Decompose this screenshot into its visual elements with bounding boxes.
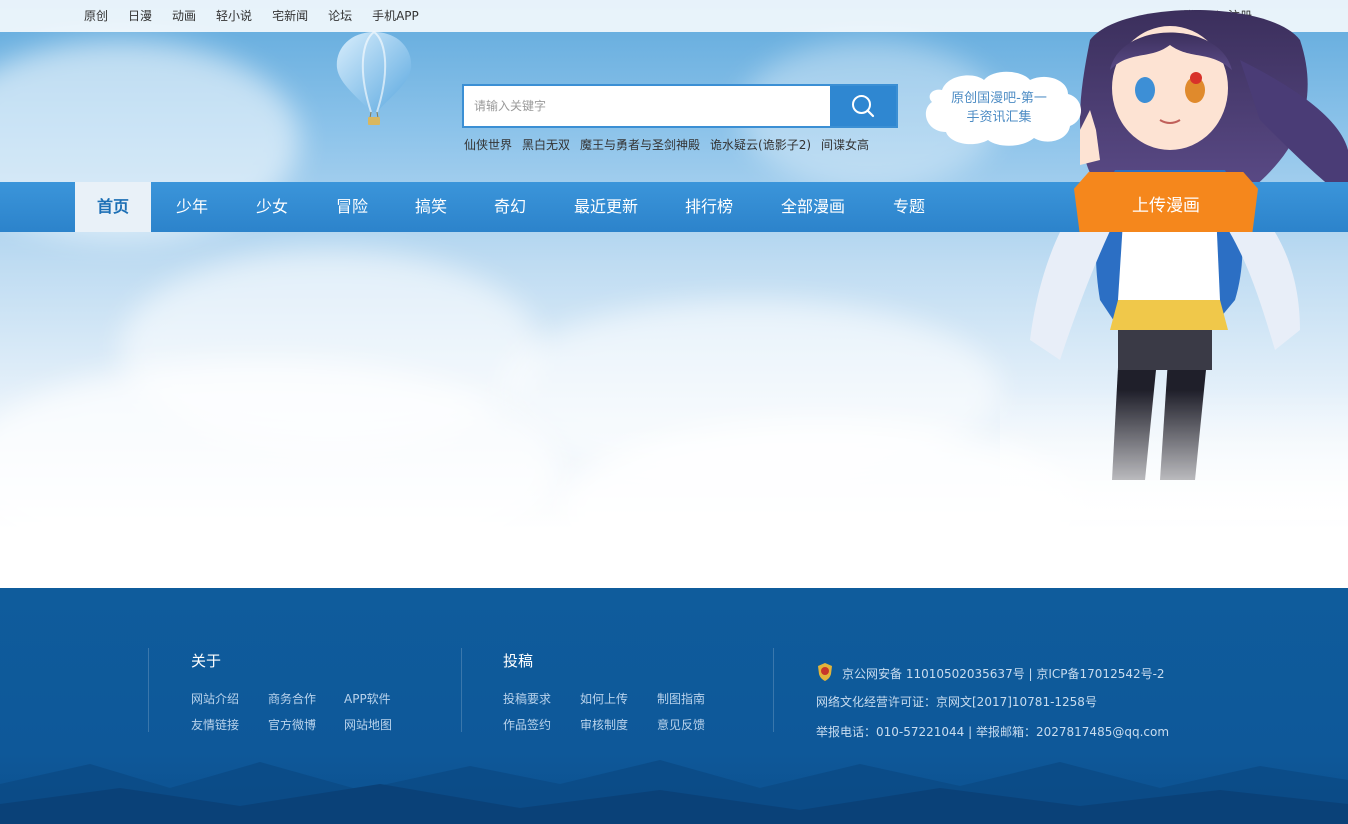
footer-link-drawing-guide[interactable]: 制图指南 [657,690,705,707]
search-button[interactable] [830,86,896,126]
footer-report-contact: 举报电话：010-57221044 | 举报邮箱：2027817485@qq.c… [816,725,1170,739]
police-badge-icon [818,663,832,681]
nav-tab-adventure[interactable]: 冒险 [312,182,392,232]
footer-link-how-to-upload[interactable]: 如何上传 [580,690,628,707]
footer-link-weibo[interactable]: 官方微博 [268,716,316,733]
footer-divider [148,648,149,732]
top-link-forum[interactable]: 论坛 [328,8,352,24]
footer-mountain-decoration [0,760,1348,824]
upload-comic-button[interactable]: 上传漫画 [1074,172,1258,232]
search-input[interactable] [464,86,830,126]
hot-keyword[interactable]: 黑白无双 [522,137,570,153]
hot-keyword[interactable]: 诡水疑云(诡影子2) [710,137,811,153]
nav-tab-shojo[interactable]: 少女 [232,182,312,232]
footer-submit-title: 投稿 [503,652,534,670]
nav-tab-shonen[interactable]: 少年 [152,182,232,232]
nav-tab-recent-updates[interactable]: 最近更新 [560,182,652,232]
top-link-mobile-app[interactable]: 手机APP [372,8,419,24]
footer-link-friend-links[interactable]: 友情链接 [191,716,239,733]
search-box [462,84,898,128]
footer-link-review-policy[interactable]: 审核制度 [580,716,628,733]
footer-link-signing[interactable]: 作品签约 [503,716,551,733]
footer-link-sitemap[interactable]: 网站地图 [344,716,392,733]
hot-search-keywords: 仙侠世界 黑白无双 魔王与勇者与圣剑神殿 诡水疑云(诡影子2) 间谍女高 [464,137,879,153]
hot-keyword[interactable]: 魔王与勇者与圣剑神殿 [580,137,700,153]
footer-license-text: 京公网安备 11010502035637号 | 京ICP备17012542号-2 [842,667,1165,681]
nav-tab-home[interactable]: 首页 [75,182,151,232]
nav-tab-rankings[interactable]: 排行榜 [668,182,750,232]
top-links: 原创 日漫 动画 轻小说 宅新闻 论坛 手机APP [84,8,439,24]
footer-link-app[interactable]: APP软件 [344,690,391,707]
footer-link-site-intro[interactable]: 网站介绍 [191,690,239,707]
nav-tab-fantasy[interactable]: 奇幻 [470,182,550,232]
top-link-otaku-news[interactable]: 宅新闻 [272,8,308,24]
bubble-line-1: 原创国漫吧-第一 [951,91,1047,106]
footer-link-submission-requirements[interactable]: 投稿要求 [503,690,551,707]
bubble-line-2: 手资讯汇集 [966,110,1032,125]
hot-keyword[interactable]: 仙侠世界 [464,137,512,153]
footer-divider [773,648,774,732]
top-link-original[interactable]: 原创 [84,8,108,24]
footer: 关于 网站介绍 商务合作 APP软件 友情链接 官方微博 网站地图 投稿 投稿要… [0,588,1348,824]
search-icon [852,95,875,118]
nav-tab-comedy[interactable]: 搞笑 [391,182,471,232]
footer-about-title: 关于 [191,652,222,670]
footer-link-business[interactable]: 商务合作 [268,690,316,707]
hot-keyword[interactable]: 间谍女高 [821,137,869,153]
bubble-slogan: 原创国漫吧-第一 手资讯汇集 [940,89,1058,127]
footer-link-feedback[interactable]: 意见反馈 [657,716,705,733]
footer-divider [461,648,462,732]
top-link-light-novel[interactable]: 轻小说 [216,8,252,24]
footer-culture-license: 网络文化经营许可证：京网文[2017]10781-1258号 [816,695,1097,709]
nav-tab-topics[interactable]: 专题 [872,182,946,232]
top-link-japanese-comics[interactable]: 日漫 [128,8,152,24]
nav-tab-all-comics[interactable]: 全部漫画 [768,182,858,232]
top-link-anime[interactable]: 动画 [172,8,196,24]
footer-license-line: 京公网安备 11010502035637号 | 京ICP备17012542号-2 [816,662,1165,682]
hot-air-balloon-illustration [336,31,412,125]
